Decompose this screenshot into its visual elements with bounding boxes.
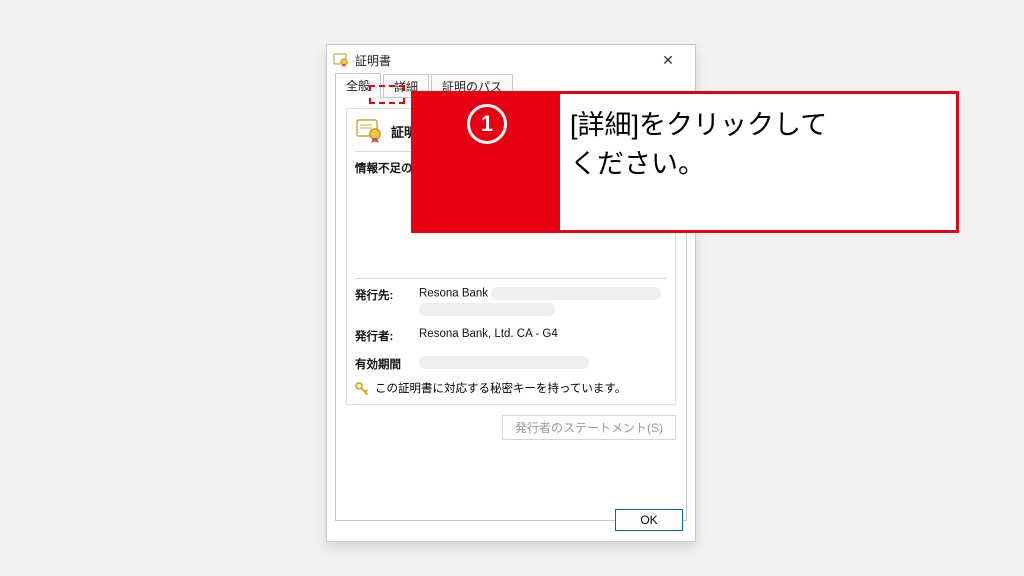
issuer-label: 発行者: bbox=[355, 328, 419, 344]
key-icon bbox=[355, 381, 369, 395]
redacted-text bbox=[419, 303, 555, 316]
annotation-number-box: 1 bbox=[414, 94, 560, 230]
redacted-text bbox=[491, 287, 661, 300]
issued-to-label: 発行先: bbox=[355, 287, 419, 316]
validity-label: 有効期間 bbox=[355, 356, 419, 372]
dialog-title: 証明書 bbox=[355, 52, 649, 69]
private-key-note: この証明書に対応する秘密キーを持っています。 bbox=[375, 380, 626, 396]
tab-general[interactable]: 全般 bbox=[335, 73, 381, 98]
annotation-callout: 1 [詳細]をクリックして ください。 bbox=[411, 91, 959, 233]
issuer-row: 発行者: Resona Bank, Ltd. CA - G4 bbox=[347, 320, 675, 348]
titlebar[interactable]: 証明書 ✕ bbox=[327, 45, 695, 75]
issued-to-row: 発行先: Resona Bank bbox=[347, 279, 675, 320]
certificate-icon bbox=[333, 52, 349, 68]
issuer-value: Resona Bank, Ltd. CA - G4 bbox=[419, 328, 667, 344]
certificate-award-icon bbox=[355, 117, 383, 145]
issuer-statement-button: 発行者のステートメント(S) bbox=[502, 415, 676, 440]
close-button[interactable]: ✕ bbox=[649, 48, 687, 72]
annotation-step-number: 1 bbox=[467, 104, 507, 144]
redacted-text bbox=[419, 356, 589, 369]
ok-button[interactable]: OK bbox=[615, 509, 683, 531]
validity-row: 有効期間 bbox=[347, 348, 675, 374]
issued-to-value: Resona Bank bbox=[419, 288, 488, 300]
annotation-text: [詳細]をクリックして ください。 bbox=[560, 94, 956, 230]
private-key-note-row: この証明書に対応する秘密キーを持っています。 bbox=[347, 374, 675, 404]
